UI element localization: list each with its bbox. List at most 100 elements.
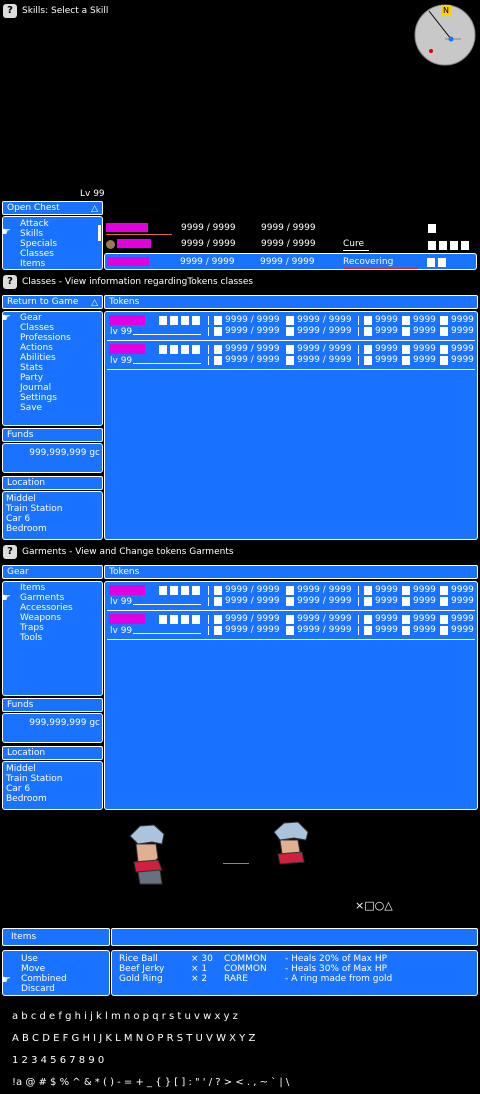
- menu-item-items[interactable]: Items: [20, 583, 73, 593]
- funds-panel: 999,999,999 gc: [2, 713, 103, 743]
- menu-item-abilities[interactable]: Abilities: [20, 353, 71, 363]
- menu-item-attack[interactable]: Attack: [20, 219, 57, 229]
- items-header-label: Items: [11, 932, 37, 942]
- scrollbar[interactable]: [98, 225, 101, 241]
- separator: [208, 597, 209, 606]
- stat-box: [286, 316, 294, 325]
- menu-item-specials[interactable]: Specials: [20, 239, 57, 249]
- gear-header-button[interactable]: Gear: [2, 565, 103, 579]
- member-row[interactable]: lv 99 9999 / 9999 9999 / 9999 9999 9999 …: [107, 343, 475, 370]
- member-exp-bar: [133, 604, 201, 605]
- member-short: 9999: [451, 625, 474, 635]
- party2-mp: 9999 / 9999: [261, 239, 316, 249]
- member-short: 9999: [413, 614, 436, 624]
- items-header-bar: [111, 928, 478, 946]
- member-hp-bar: [109, 344, 145, 354]
- member-short: 9999: [451, 344, 474, 354]
- stat-box: [214, 356, 222, 365]
- menu-item-accessories[interactable]: Accessories: [20, 603, 73, 613]
- separator: [358, 615, 359, 624]
- item-qty: × 1: [191, 964, 208, 974]
- menu-item-weapons[interactable]: Weapons: [20, 613, 73, 623]
- menu-item-settings[interactable]: Settings: [20, 393, 71, 403]
- member-slot: [159, 316, 167, 325]
- action-move[interactable]: Move: [21, 964, 67, 974]
- help-icon[interactable]: ?: [3, 4, 17, 18]
- pointer-hand-icon: ☛: [1, 225, 11, 238]
- item-rarity: COMMON: [224, 954, 267, 964]
- item-desc: - A ring made from gold: [285, 974, 393, 984]
- minimap: N: [414, 4, 476, 66]
- member-short: 9999: [375, 614, 398, 624]
- menu-item-tools[interactable]: Tools: [20, 633, 73, 643]
- return-to-game-button[interactable]: Return to Game △: [2, 295, 103, 309]
- stat-box: [214, 597, 222, 606]
- party2-slot-4: [461, 241, 469, 250]
- party1-hp: 9999 / 9999: [181, 223, 236, 233]
- party3-row-selected[interactable]: 9999 / 9999 9999 / 9999 Recovering: [104, 253, 477, 270]
- funds-header: Funds: [2, 428, 103, 442]
- location-line: Car 6: [6, 784, 31, 794]
- stat-box: [364, 597, 372, 606]
- menu-item-party[interactable]: Party: [20, 373, 71, 383]
- member-stat: 9999 / 9999: [297, 625, 352, 635]
- menu-item-journal[interactable]: Journal: [20, 383, 71, 393]
- help-icon[interactable]: ?: [3, 275, 17, 289]
- party1-mp: 9999 / 9999: [261, 223, 316, 233]
- separator: [208, 586, 209, 595]
- stat-box: [402, 327, 410, 336]
- menu-item-actions[interactable]: Actions: [20, 343, 71, 353]
- member-row[interactable]: lv 99 9999 / 9999 9999 / 9999 9999 9999 …: [107, 584, 475, 611]
- party3-mp: 9999 / 9999: [260, 257, 315, 267]
- party2-slot-3: [450, 241, 458, 250]
- action-use[interactable]: Use: [21, 954, 67, 964]
- menu-item-gear[interactable]: Gear: [20, 313, 71, 323]
- stat-box: [440, 345, 448, 354]
- stat-box: [214, 586, 222, 595]
- menu-item-garments[interactable]: Garments: [20, 593, 73, 603]
- item-qty: × 30: [191, 954, 213, 964]
- item-rarity: RARE: [224, 974, 248, 984]
- member-short: 9999: [413, 585, 436, 595]
- menu-item-items[interactable]: Items: [20, 259, 57, 269]
- party3-hp: 9999 / 9999: [180, 257, 235, 267]
- help-icon[interactable]: ?: [3, 545, 17, 559]
- party3-hp-bar: [107, 257, 149, 266]
- member-short: 9999: [451, 326, 474, 336]
- party2-slot-1: [428, 241, 436, 250]
- member-short: 9999: [413, 596, 436, 606]
- menu-item-traps[interactable]: Traps: [20, 623, 73, 633]
- action-discard[interactable]: Discard: [21, 984, 67, 994]
- stat-box: [214, 327, 222, 336]
- member-row[interactable]: lv 99 9999 / 9999 9999 / 9999 9999 9999 …: [107, 613, 475, 640]
- funds-label: Funds: [7, 700, 34, 710]
- stat-box: [214, 615, 222, 624]
- column-header-label: Tokens: [109, 297, 140, 307]
- member-slot: [159, 345, 167, 354]
- member-row[interactable]: lv 99 9999 / 9999 9999 / 9999 9999 9999 …: [107, 314, 475, 341]
- menu-item-stats[interactable]: Stats: [20, 363, 71, 373]
- stat-box: [440, 327, 448, 336]
- column-header-label: Tokens: [109, 567, 140, 577]
- menu-item-skills[interactable]: Skills: [20, 229, 57, 239]
- party1-slot: [428, 224, 436, 233]
- open-chest-button[interactable]: Open Chest △: [2, 201, 103, 215]
- location-line: Car 6: [6, 514, 31, 524]
- member-short: 9999: [375, 326, 398, 336]
- location-line: Train Station: [6, 504, 63, 514]
- action-combined[interactable]: Combined: [21, 974, 67, 984]
- funds-label: Funds: [7, 430, 34, 440]
- location-label: Location: [7, 748, 46, 758]
- menu-item-classes[interactable]: Classes: [20, 249, 57, 259]
- party1-hp-bar: [106, 223, 148, 232]
- menu-item-save[interactable]: Save: [20, 403, 71, 413]
- member-short: 9999: [451, 596, 474, 606]
- menu-header-label: Return to Game: [7, 297, 79, 307]
- member-slot: [192, 345, 200, 354]
- menu-item-professions[interactable]: Professions: [20, 333, 71, 343]
- stat-box: [440, 626, 448, 635]
- member-stat: 9999 / 9999: [225, 355, 280, 365]
- menu-item-classes[interactable]: Classes: [20, 323, 71, 333]
- classes-title: Classes - View information regardingToke…: [22, 277, 254, 287]
- stat-box: [364, 316, 372, 325]
